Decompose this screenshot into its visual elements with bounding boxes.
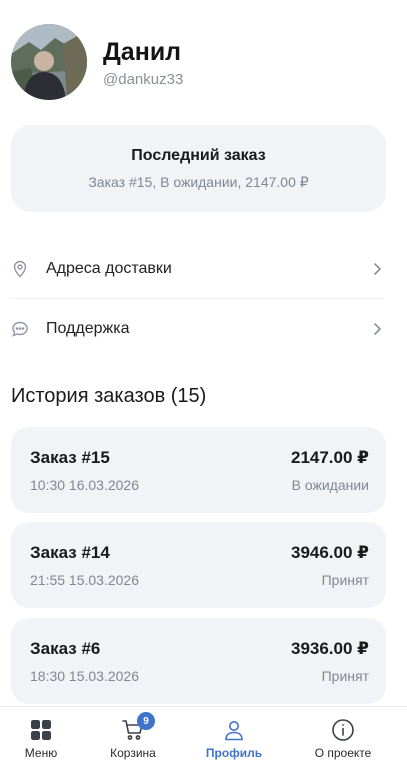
menu-item-label: Поддержка <box>46 320 130 337</box>
order-total: 2147.00 ₽ <box>290 448 369 467</box>
menu-item-label: Адреса доставки <box>46 260 172 277</box>
order-total: 3936.00 ₽ <box>290 639 369 658</box>
nav-label: О проекте <box>314 746 372 760</box>
avatar[interactable] <box>11 24 87 100</box>
chevron-right-icon <box>370 262 384 276</box>
order-datetime: 21:55 15.03.2026 <box>30 572 139 588</box>
user-icon <box>221 717 247 743</box>
order-number: Заказ #14 <box>30 543 110 562</box>
profile-handle: @dankuz33 <box>103 70 184 88</box>
divider <box>11 298 384 299</box>
order-number: Заказ #6 <box>30 639 101 658</box>
nav-label: Профиль <box>205 746 263 760</box>
nav-item-cart[interactable]: 9 Корзина <box>92 707 174 768</box>
profile-header: Данил @dankuz33 <box>11 24 183 100</box>
last-order-summary: Заказ #15, В ожидании, 2147.00 ₽ <box>88 174 309 190</box>
order-total: 3946.00 ₽ <box>290 543 369 562</box>
order-card[interactable]: Заказ #14 21:55 15.03.2026 3946.00 ₽ При… <box>11 522 386 608</box>
bottom-navigation: Меню 9 Корзина Профиль О проекте <box>0 706 407 768</box>
nav-label: Меню <box>24 746 58 760</box>
order-status: Принят <box>321 572 369 588</box>
order-card[interactable]: Заказ #6 18:30 15.03.2026 3936.00 ₽ Прин… <box>11 618 386 704</box>
menu-item-support[interactable]: Поддержка <box>11 300 384 358</box>
order-datetime: 18:30 15.03.2026 <box>30 668 139 684</box>
cart-count-badge: 9 <box>137 712 155 730</box>
order-datetime: 10:30 16.03.2026 <box>30 477 139 493</box>
order-number: Заказ #15 <box>30 448 110 467</box>
nav-item-profile[interactable]: Профиль <box>193 707 275 768</box>
location-pin-icon <box>11 260 29 278</box>
order-card[interactable]: Заказ #15 10:30 16.03.2026 2147.00 ₽ В о… <box>11 427 386 513</box>
nav-label: Корзина <box>110 746 156 760</box>
chevron-right-icon <box>370 322 384 336</box>
nav-item-about[interactable]: О проекте <box>296 707 390 768</box>
last-order-card[interactable]: Последний заказ Заказ #15, В ожидании, 2… <box>11 125 386 212</box>
order-status: В ожидании <box>291 477 369 493</box>
order-status: Принят <box>321 668 369 684</box>
grid-icon <box>28 717 54 743</box>
profile-name: Данил <box>103 37 182 66</box>
chat-bubble-icon <box>11 320 29 338</box>
cart-icon: 9 <box>120 712 155 743</box>
order-history-title: История заказов (15) <box>11 385 207 407</box>
menu-item-delivery-addresses[interactable]: Адреса доставки <box>11 240 384 298</box>
nav-item-menu[interactable]: Меню <box>0 707 82 768</box>
info-icon <box>330 717 356 743</box>
last-order-title: Последний заказ <box>131 147 266 164</box>
